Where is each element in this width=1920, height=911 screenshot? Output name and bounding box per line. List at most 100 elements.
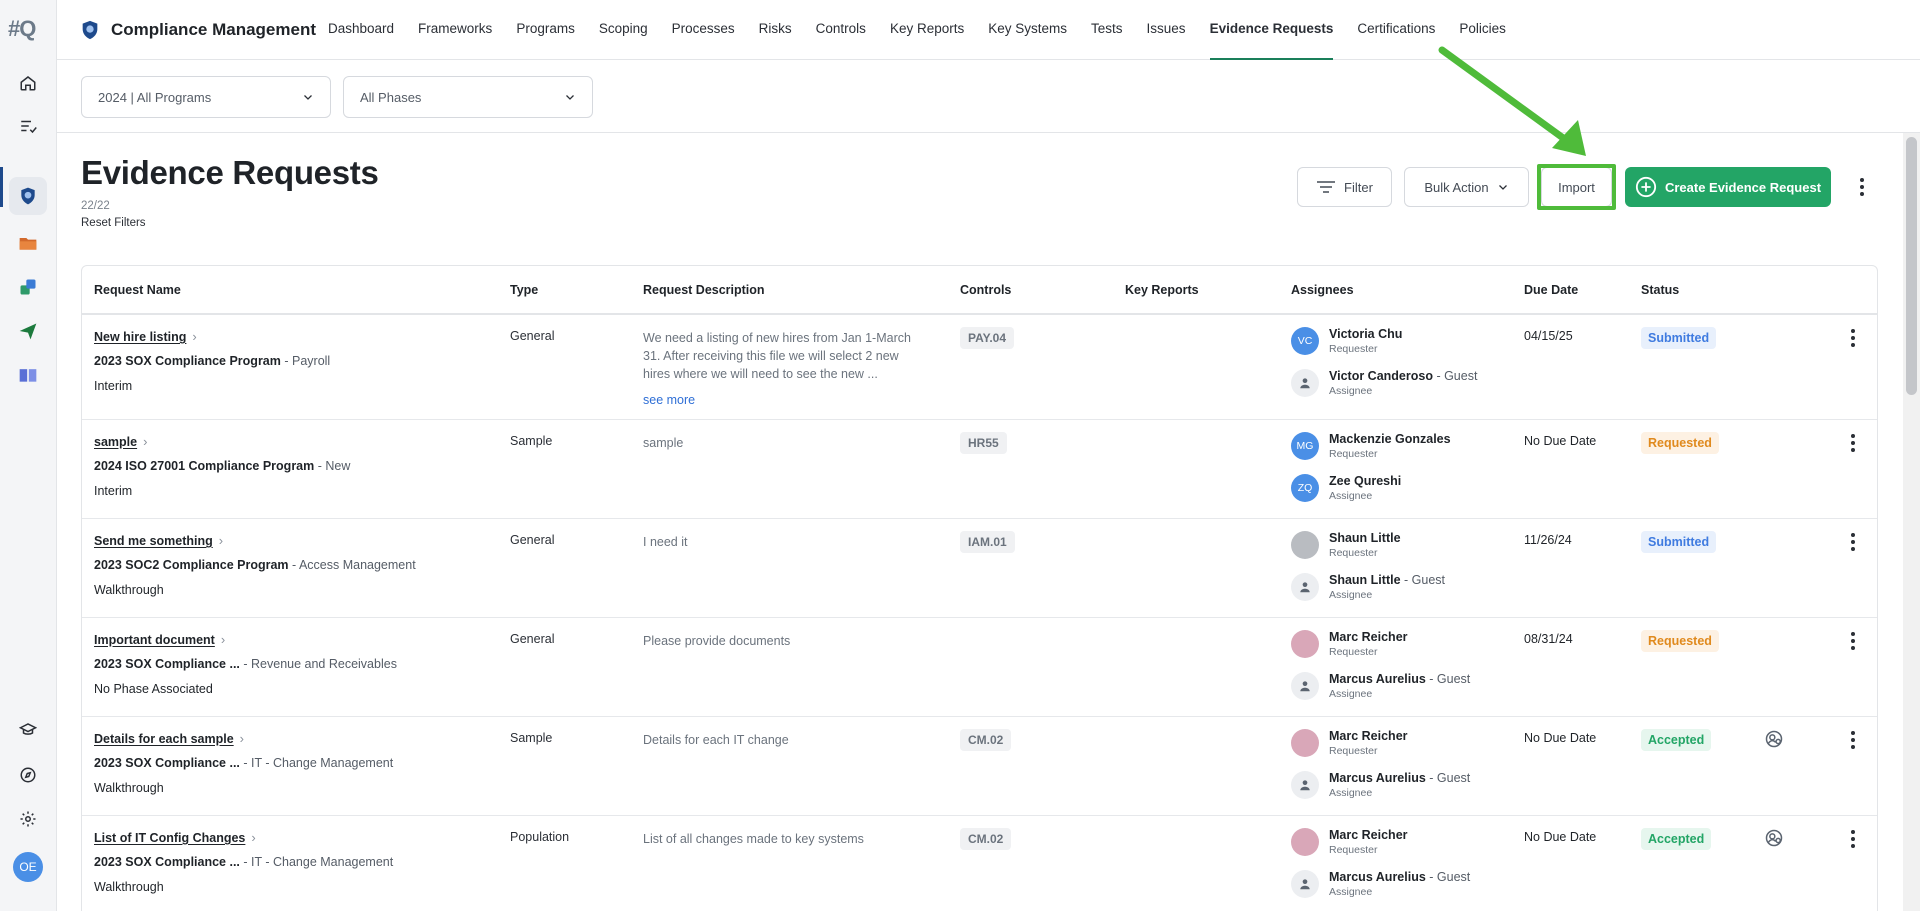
top-nav: Compliance Management Dashboard Framework…	[57, 0, 1920, 60]
request-name-link[interactable]: Important document ›	[94, 632, 225, 647]
nav-item-programs[interactable]: Programs	[516, 0, 575, 60]
assignee-role: Assignee	[1329, 787, 1373, 799]
nav-item-frameworks[interactable]: Frameworks	[418, 0, 492, 60]
col-type[interactable]: Type	[510, 283, 538, 297]
create-evidence-request-button[interactable]: Create Evidence Request	[1625, 167, 1831, 207]
assignee: Victor Canderoso - Guest Assignee	[1291, 369, 1477, 397]
sync-icon[interactable]	[9, 268, 47, 306]
col-assignees[interactable]: Assignees	[1291, 283, 1354, 297]
status-badge: Accepted	[1641, 729, 1712, 751]
reviewer-icon[interactable]	[1764, 729, 1784, 752]
request-name-link[interactable]: List of IT Config Changes ›	[94, 830, 256, 845]
request-name-link[interactable]: sample ›	[94, 434, 147, 449]
nav-item-evidence-requests[interactable]: Evidence Requests	[1209, 0, 1334, 60]
description-line: hires where we will need to see the new …	[643, 367, 878, 381]
control-tag[interactable]: HR55	[960, 432, 1007, 454]
table-row[interactable]: sample › 2024 ISO 27001 Compliance Program…	[82, 420, 1877, 519]
row-more-options-icon[interactable]	[1847, 729, 1859, 751]
row-more-options-icon[interactable]	[1847, 630, 1859, 652]
nav-item-dashboard[interactable]: Dashboard	[328, 0, 394, 60]
nav-item-risks[interactable]: Risks	[759, 0, 792, 60]
program-label: 2023 SOC2 Compliance Program - Access Ma…	[94, 558, 416, 572]
requester-name: Shaun Little	[1329, 531, 1401, 545]
nav-item-controls[interactable]: Controls	[816, 0, 866, 60]
assignee: Marcus Aurelius - Guest Assignee	[1291, 771, 1470, 799]
brand[interactable]: Compliance Management	[79, 18, 316, 42]
nav-item-issues[interactable]: Issues	[1147, 0, 1186, 60]
control-tag[interactable]: CM.02	[960, 729, 1012, 751]
nav-item-tests[interactable]: Tests	[1091, 0, 1123, 60]
tasks-icon[interactable]	[9, 107, 47, 145]
row-more-options-icon[interactable]	[1847, 432, 1859, 454]
table-row[interactable]: Details for each sample › 2023 SOX Complia…	[82, 717, 1877, 816]
filter-button[interactable]: Filter	[1297, 167, 1392, 207]
brand-shield-icon	[82, 20, 98, 40]
learning-icon[interactable]	[9, 711, 47, 749]
col-status[interactable]: Status	[1641, 283, 1679, 297]
description-line: List of all changes made to key systems	[643, 832, 864, 846]
compass-icon[interactable]	[9, 756, 47, 794]
requester: Marc Reicher Requester	[1291, 729, 1408, 757]
table-row[interactable]: List of IT Config Changes › 2023 SOX Compl…	[82, 816, 1877, 911]
nav-item-certifications[interactable]: Certifications	[1357, 0, 1435, 60]
person-icon	[1291, 771, 1319, 799]
table-row[interactable]: Send me something › 2023 SOC2 Compliance P…	[82, 519, 1877, 618]
user-avatar[interactable]: OE	[13, 852, 43, 882]
col-due-date[interactable]: Due Date	[1524, 283, 1578, 297]
control-tag[interactable]: PAY.04	[960, 327, 1015, 349]
chevron-right-icon: ›	[192, 329, 197, 344]
phase-label: Interim	[94, 484, 133, 498]
reviewer-icon[interactable]	[1764, 828, 1784, 851]
row-more-options-icon[interactable]	[1847, 327, 1859, 349]
request-name-link[interactable]: New hire listing ›	[94, 329, 197, 344]
home-icon[interactable]	[9, 64, 47, 102]
see-more-link[interactable]: see more	[643, 391, 933, 409]
table-row[interactable]: New hire listing › 2023 SOX Compliance Pro…	[82, 315, 1877, 420]
status-badge: Accepted	[1641, 828, 1712, 850]
type-label: Population	[510, 830, 570, 844]
program-select[interactable]: 2024 | All Programs	[81, 76, 331, 118]
description: Please provide documents	[643, 632, 933, 650]
gear-icon[interactable]	[9, 800, 47, 838]
more-options-icon[interactable]	[1852, 173, 1872, 201]
reset-filters-link[interactable]: Reset Filters	[81, 217, 146, 229]
scrollbar-thumb[interactable]	[1906, 137, 1917, 395]
col-controls[interactable]: Controls	[960, 283, 1011, 297]
chevron-right-icon: ›	[220, 632, 226, 647]
nav-item-scoping[interactable]: Scoping	[599, 0, 648, 60]
table-row[interactable]: Important document › 2023 SOX Compliance .…	[82, 618, 1877, 717]
app-logo[interactable]: #Q	[8, 16, 50, 46]
col-key-reports[interactable]: Key Reports	[1125, 283, 1199, 297]
phase-select[interactable]: All Phases	[343, 76, 593, 118]
filter-icon	[1317, 181, 1336, 193]
folder-icon[interactable]	[9, 224, 47, 262]
type-label: General	[510, 329, 555, 343]
assignee-role: Assignee	[1329, 589, 1373, 601]
request-name-link[interactable]: Send me something ›	[94, 533, 223, 548]
status-badge: Requested	[1641, 630, 1719, 652]
description: I need it	[643, 533, 933, 551]
col-description[interactable]: Request Description	[643, 283, 765, 297]
control-tag[interactable]: CM.02	[960, 828, 1012, 850]
nav-item-key-reports[interactable]: Key Reports	[890, 0, 964, 60]
assignee: Shaun Little - Guest Assignee	[1291, 573, 1445, 601]
col-request-name[interactable]: Request Name	[94, 283, 181, 297]
nav-item-processes[interactable]: Processes	[672, 0, 735, 60]
book-icon[interactable]	[9, 356, 47, 394]
control-tag[interactable]: IAM.01	[960, 531, 1015, 553]
requester-name: Victoria Chu	[1329, 327, 1403, 341]
requester: Marc Reicher Requester	[1291, 828, 1408, 856]
person-icon	[1291, 369, 1319, 397]
assignee-name: Shaun Little - Guest	[1329, 573, 1445, 587]
row-more-options-icon[interactable]	[1847, 828, 1859, 850]
description-line: Details for each IT change	[643, 733, 789, 747]
nav-item-key-systems[interactable]: Key Systems	[988, 0, 1067, 60]
request-name-link[interactable]: Details for each sample ›	[94, 731, 244, 746]
requester-name: Marc Reicher	[1329, 630, 1408, 644]
bulk-action-button[interactable]: Bulk Action	[1404, 167, 1529, 207]
compliance-shield-icon[interactable]	[9, 177, 47, 215]
send-icon[interactable]	[9, 312, 47, 350]
row-more-options-icon[interactable]	[1847, 531, 1859, 553]
result-count: 22/22	[81, 200, 110, 212]
avatar	[1291, 729, 1319, 757]
